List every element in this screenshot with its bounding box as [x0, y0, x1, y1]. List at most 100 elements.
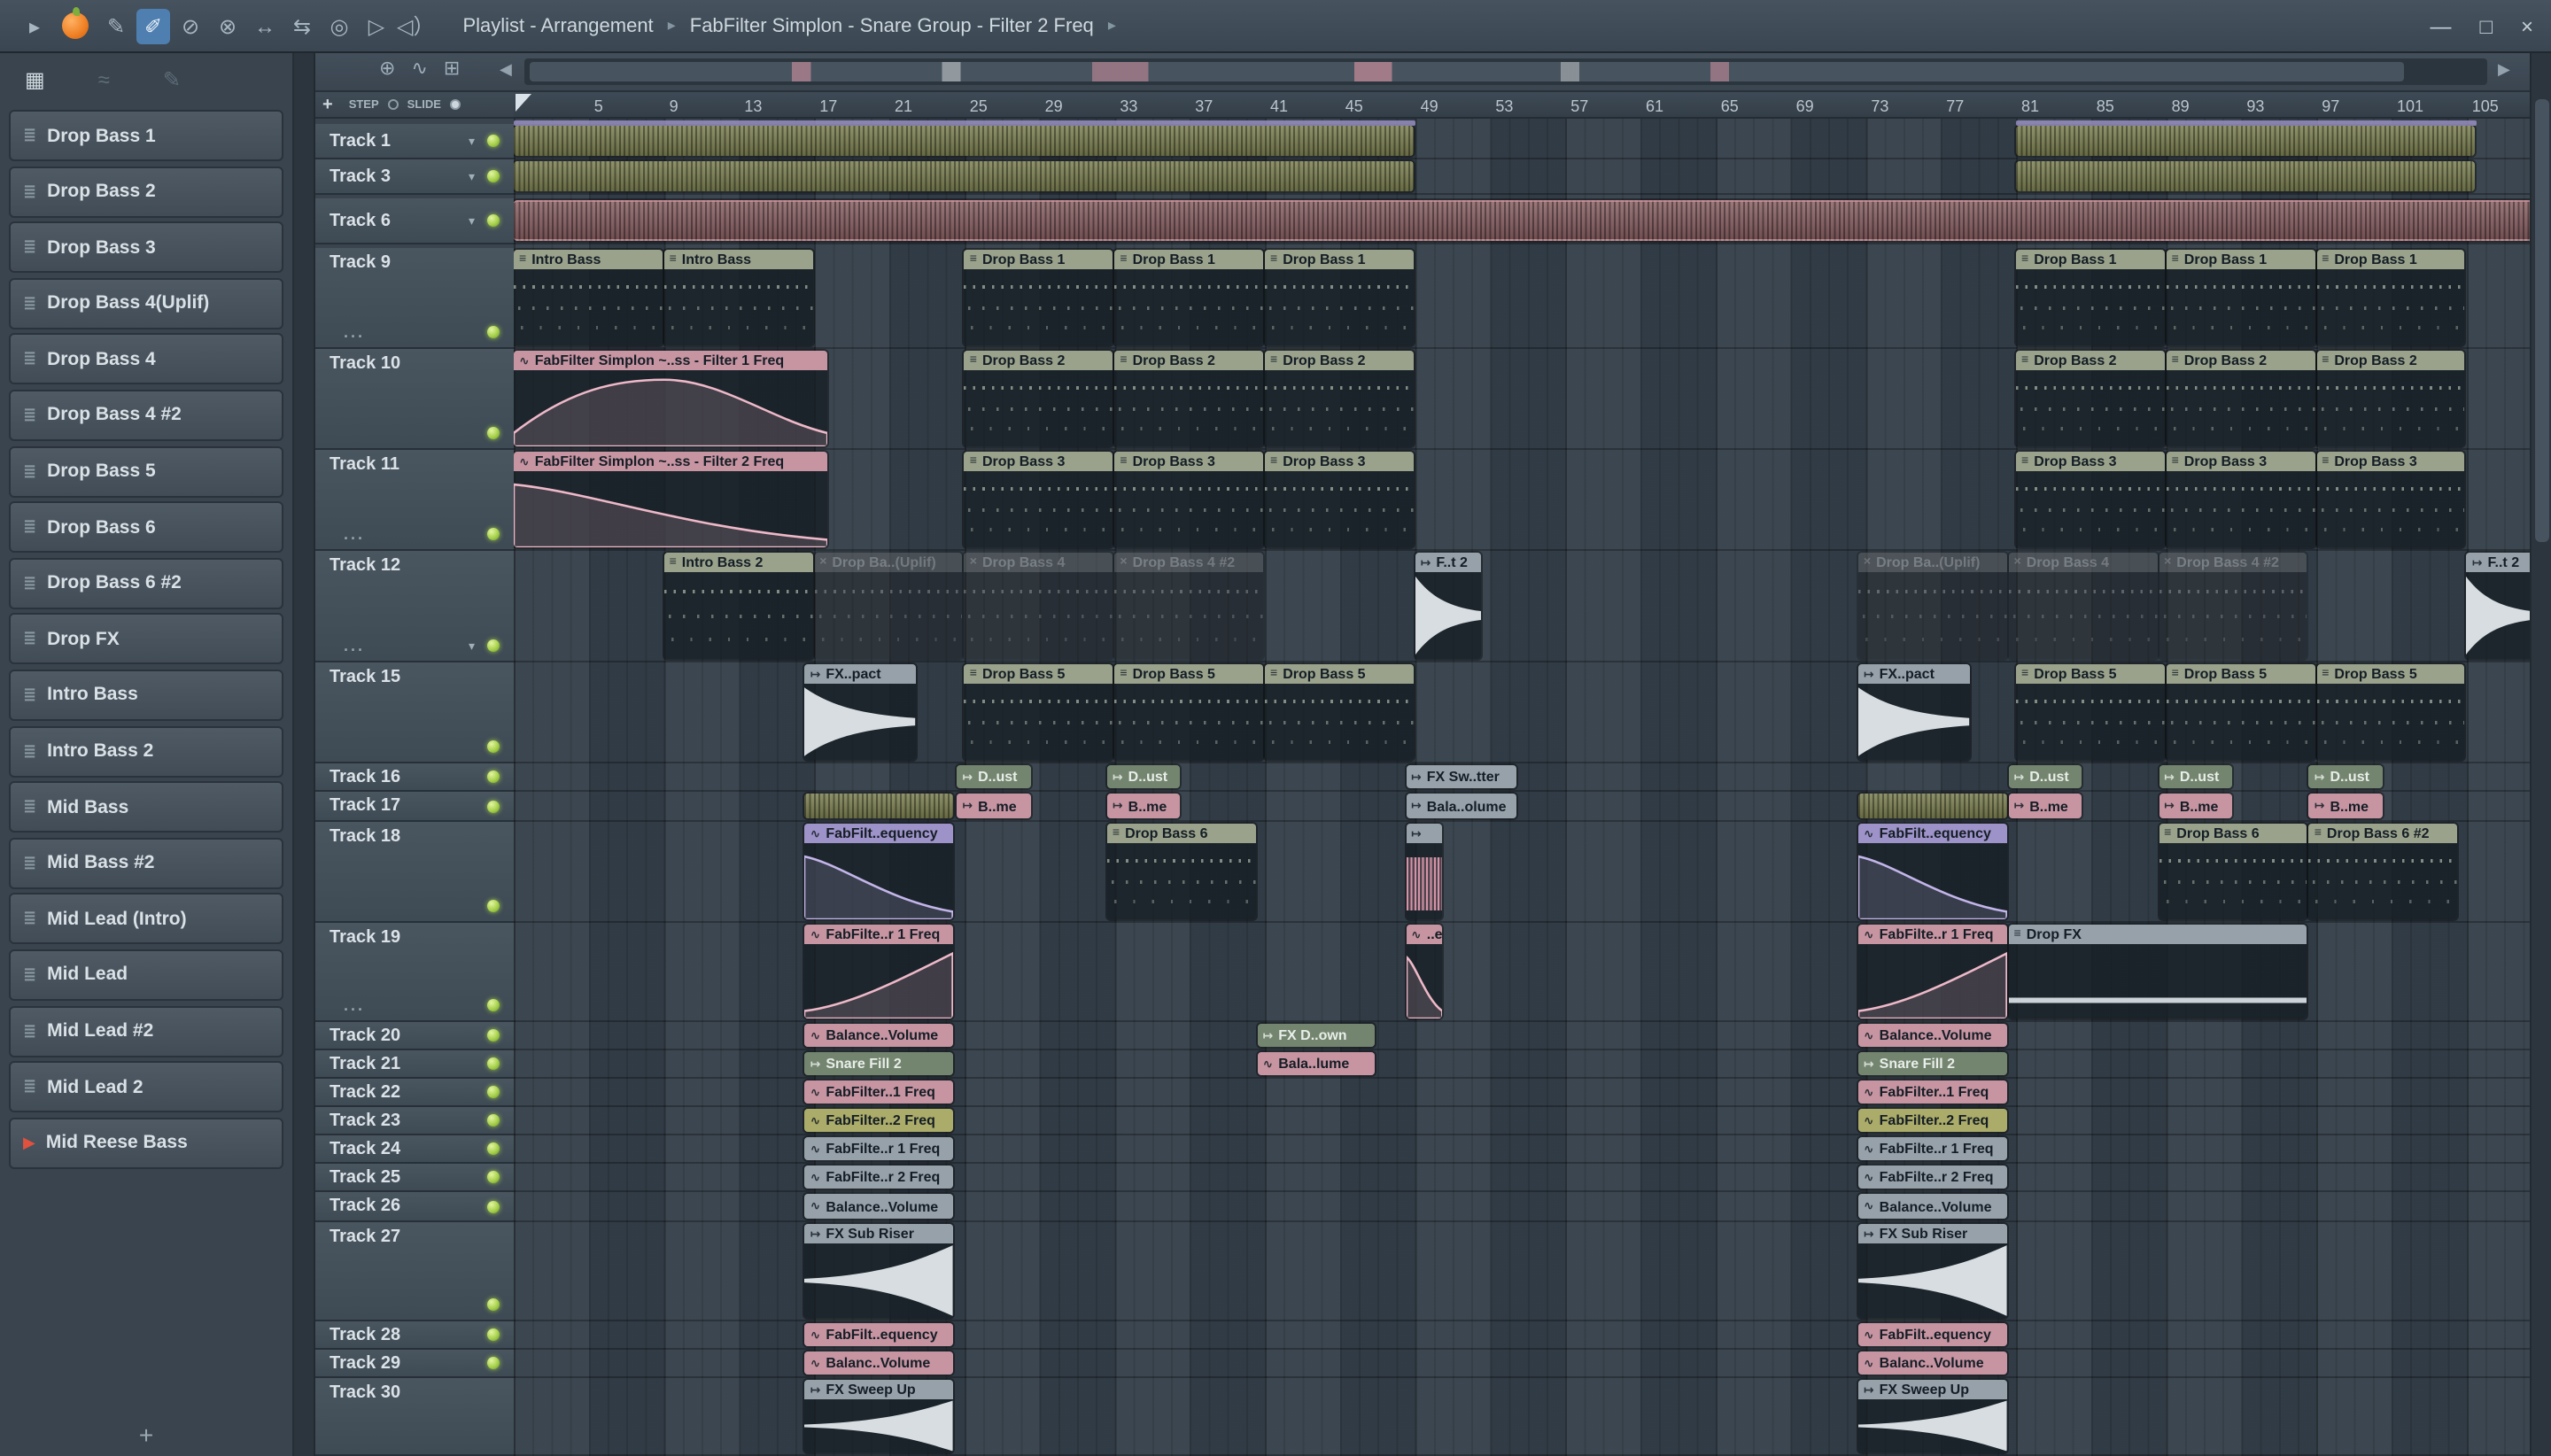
pattern-clip[interactable]: × Drop Bass 4	[964, 553, 1113, 659]
automation-clip[interactable]: ∿ FabFilter..1 Freq	[1857, 1080, 2007, 1104]
track-led[interactable]	[487, 900, 500, 912]
track-led[interactable]	[487, 740, 500, 753]
scroll-left-icon[interactable]: ◀	[500, 60, 512, 80]
automation-clip[interactable]: ∿ FabFilt..equency	[804, 824, 954, 919]
track-header[interactable]: Track 30	[315, 1378, 514, 1456]
track-header[interactable]: Track 24	[315, 1135, 514, 1164]
audio-clip[interactable]: ↦ FX Sweep Up	[1857, 1380, 2007, 1452]
track-led[interactable]	[487, 326, 500, 338]
horizontal-scrollbar[interactable]	[524, 58, 2487, 85]
timeline-ruler[interactable]: 5 9 13 17 21 25 29 33 37 41 45 49 53 57 61 65 69 73 77 81 85…	[514, 92, 2530, 119]
track-header[interactable]: Track 20	[315, 1022, 514, 1050]
pattern-clip[interactable]: ≡ Drop Bass 6	[1106, 824, 1256, 919]
playhead-marker[interactable]	[516, 94, 531, 112]
automation-clip[interactable]: ∿ FabFilte..r 1 Freq	[804, 925, 954, 1018]
add-track-button[interactable]: +	[322, 95, 333, 114]
track-header[interactable]: Track 21	[315, 1050, 514, 1079]
snap-magnet-icon[interactable]: ⊕	[379, 57, 395, 80]
pattern-clip[interactable]: ≡ Drop Bass 3	[964, 452, 1113, 547]
audio-clip[interactable]: ↦ Bala..olume	[1406, 794, 1517, 818]
automation-clip[interactable]: ∿ Balance..Volume	[804, 1194, 954, 1219]
pattern-clip[interactable]: ≡ Drop Bass 6 #2	[2308, 824, 2458, 919]
picker-item[interactable]: ≣ Mid Bass #2	[9, 837, 283, 889]
audio-clip[interactable]: ↦ FX D..own	[1257, 1024, 1375, 1047]
pattern-clip[interactable]: ≡ Intro Bass 2	[663, 553, 813, 659]
chevron-down-icon[interactable]: ▾	[469, 639, 475, 654]
maximize-button[interactable]: □	[2479, 13, 2493, 38]
track-led[interactable]	[487, 1086, 500, 1098]
track-led[interactable]	[487, 639, 500, 652]
track-header[interactable]: Track 1 ▾	[315, 124, 514, 159]
pattern-clip[interactable]: ≡ Drop Bass 1	[1265, 250, 1414, 345]
picker-item[interactable]: ≣ Mid Lead (Intro)	[9, 893, 283, 945]
pattern-clip[interactable]: ≡ Drop Bass 2	[964, 351, 1113, 446]
track-led[interactable]	[487, 999, 500, 1011]
automation-clip[interactable]: ∿ FabFilter..2 Freq	[1857, 1109, 2007, 1132]
audio-clip[interactable]: ↦ D..ust	[957, 765, 1031, 788]
audio-clip[interactable]: ↦ FX..pact	[804, 664, 916, 760]
audio-clip[interactable]: ↦ F..t 2	[2466, 553, 2530, 659]
automation-clip[interactable]: ∿ ..e	[1406, 925, 1442, 1018]
pattern-picker-icon[interactable]: ⊞	[444, 57, 460, 80]
pattern-clip[interactable]: ≡ Drop Bass 3	[2316, 452, 2465, 547]
track-led[interactable]	[487, 135, 500, 147]
picker-item[interactable]: ≣ Drop Bass 6	[9, 501, 283, 554]
slide-tool-icon[interactable]: ∿	[411, 57, 427, 80]
audio-clip[interactable]: ↦ D..ust	[1106, 765, 1181, 788]
track-led[interactable]	[487, 1057, 500, 1070]
picker-item[interactable]: ≣ Intro Bass	[9, 669, 283, 721]
audio-clip[interactable]: ↦ FX Sub Riser	[1857, 1224, 2007, 1318]
pattern-clip[interactable]: ≡ Drop Bass 2	[1265, 351, 1414, 446]
pattern-clip[interactable]: ≡ Intro Bass	[663, 250, 813, 345]
track-header[interactable]: Track 26	[315, 1192, 514, 1222]
automation-clip[interactable]: ∿ Balance..Volume	[804, 1024, 954, 1047]
pattern-clip[interactable]: ≡ Drop Bass 2	[2016, 351, 2165, 446]
track-header[interactable]: Track 19 ···	[315, 923, 514, 1022]
picker-item[interactable]: ≣ Drop Bass 5	[9, 445, 283, 498]
pattern-clip[interactable]: ≡ Intro Bass	[514, 250, 663, 345]
audio-clip[interactable]: ↦ D..ust	[2008, 765, 2082, 788]
delete-tool-icon[interactable]: ⊘	[174, 8, 207, 43]
picker-item[interactable]: ≣ Drop Bass 4 #2	[9, 389, 283, 441]
track-led[interactable]	[487, 1298, 500, 1311]
picker-item[interactable]: ≣ Drop Bass 4	[9, 333, 283, 385]
pattern-clip[interactable]: ≡ Drop Bass 1	[964, 250, 1113, 345]
track-header[interactable]: Track 6 ▾	[315, 198, 514, 244]
preview-speaker-icon[interactable]: ◁）	[397, 8, 434, 43]
track-header[interactable]: Track 17	[315, 792, 514, 822]
pattern-clip[interactable]: ≡ Drop Bass 2	[2316, 351, 2465, 446]
pattern-clip[interactable]: ≡ Drop Bass 5	[2316, 664, 2465, 760]
vertical-scroll-thumb[interactable]	[2535, 99, 2549, 542]
zoom-tool-icon[interactable]: ◎	[322, 8, 356, 43]
track-header[interactable]: Track 10	[315, 349, 514, 450]
picker-item[interactable]: ≣ Drop Bass 2	[9, 166, 283, 218]
chevron-down-icon[interactable]: ▾	[469, 169, 475, 183]
automation-clip[interactable]: ∿ Balanc..Volume	[1857, 1351, 2007, 1375]
track-header[interactable]: Track 29	[315, 1350, 514, 1378]
automation-clip[interactable]: ∿ FabFilt..equency	[804, 1323, 954, 1346]
pattern-clip[interactable]: ≡ Drop Bass 1	[2316, 250, 2465, 345]
track-led[interactable]	[487, 528, 500, 540]
pattern-clip[interactable]: × Drop Ba..(Uplif)	[814, 553, 963, 659]
picker-item[interactable]: ≣ Drop Bass 4(Uplif)	[9, 277, 283, 329]
automation-clip[interactable]: ∿ FabFilte..r 2 Freq	[804, 1166, 954, 1189]
audio-clip[interactable]: ↦ B..me	[957, 794, 1031, 818]
chevron-down-icon[interactable]: ▾	[469, 134, 475, 148]
audio-clip[interactable]: ↦ FX Sw..tter	[1406, 765, 1517, 788]
picker-patterns-icon[interactable]: ▦	[25, 67, 45, 92]
close-button[interactable]: ×	[2521, 13, 2533, 38]
pattern-clip[interactable]: ≡ Drop Bass 5	[964, 664, 1113, 760]
pattern-strip-clip[interactable]	[514, 161, 1414, 191]
pattern-clip[interactable]: ≡ Drop Bass 5	[2016, 664, 2165, 760]
audio-clip[interactable]: ↦ B..me	[2159, 794, 2232, 818]
picker-auto-icon[interactable]: ✎	[163, 67, 181, 92]
automation-clip[interactable]: ∿ Balance..Volume	[1857, 1194, 2007, 1219]
fl-logo-icon[interactable]	[62, 7, 89, 39]
pattern-clip[interactable]: ≡ Drop Bass 3	[2016, 452, 2165, 547]
picker-item[interactable]: ≣ Intro Bass 2	[9, 725, 283, 778]
audio-clip[interactable]: ↦ FX Sweep Up	[804, 1380, 954, 1452]
minimize-button[interactable]: —	[2430, 13, 2451, 38]
automation-clip[interactable]: ∿ FabFilte..r 2 Freq	[1857, 1166, 2007, 1189]
track-led[interactable]	[487, 1142, 500, 1155]
track-led[interactable]	[487, 214, 500, 227]
